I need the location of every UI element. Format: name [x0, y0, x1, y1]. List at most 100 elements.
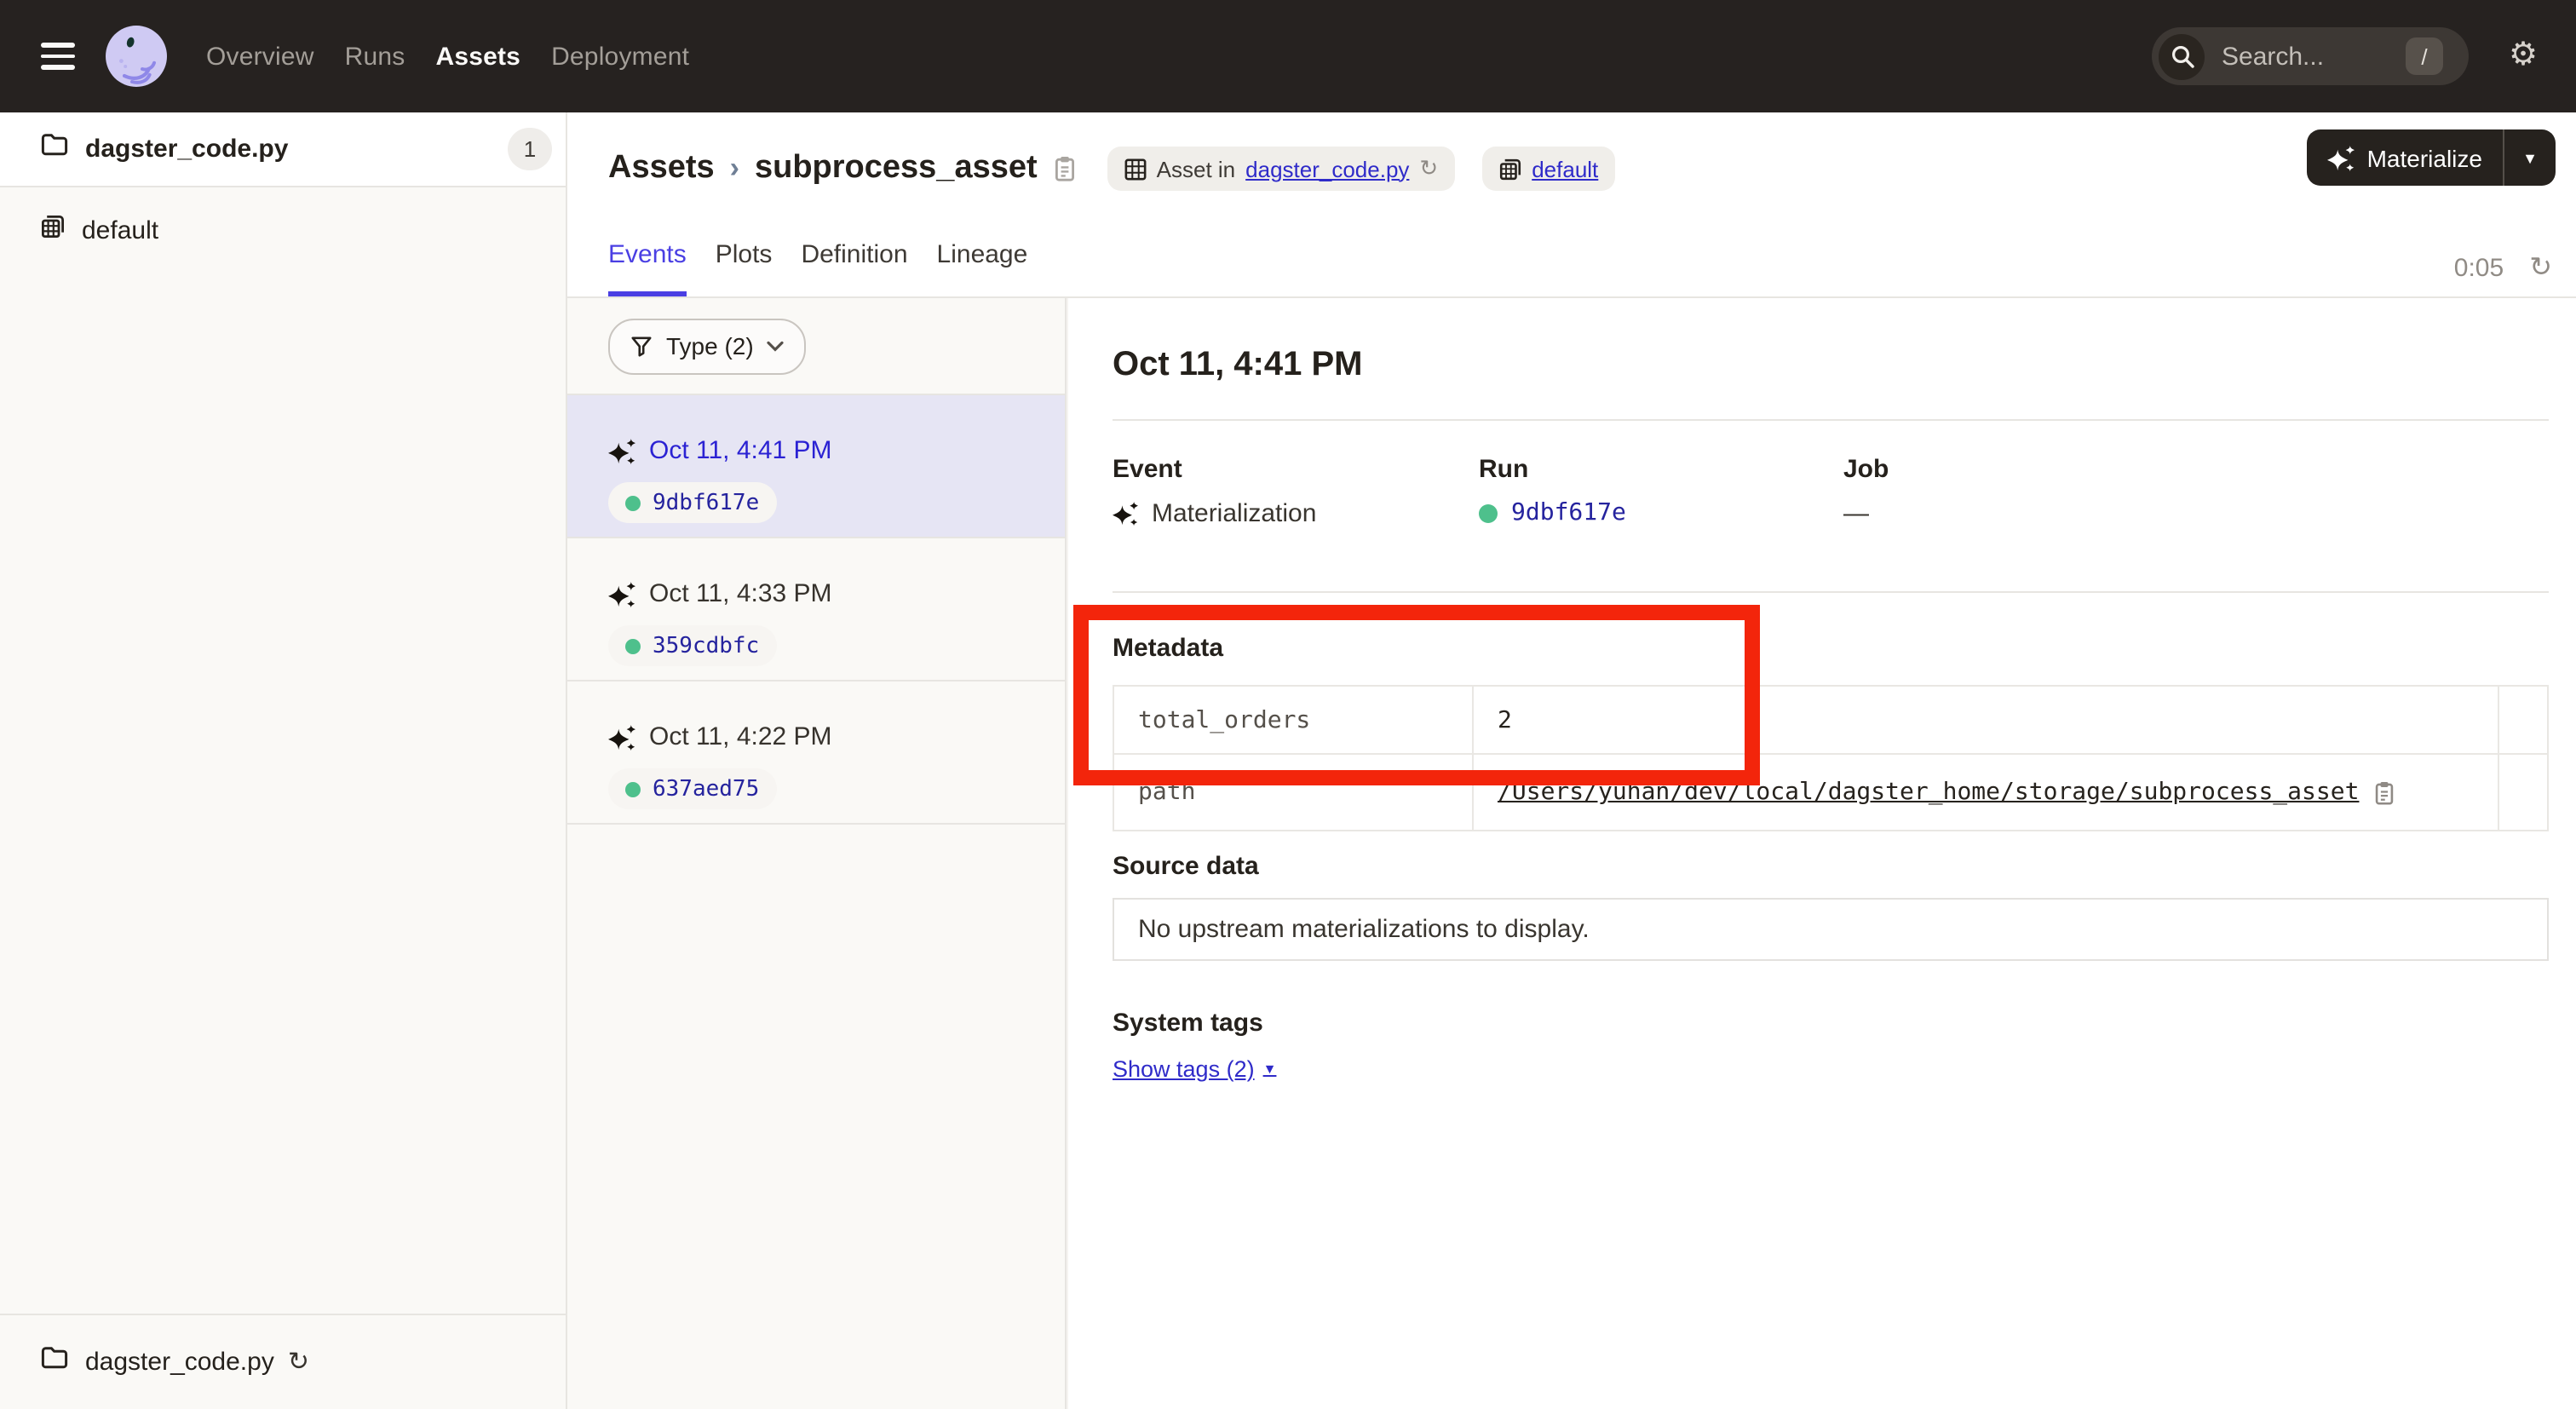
nav-item-runs[interactable]: Runs	[345, 42, 405, 71]
search-input[interactable]	[2218, 40, 2402, 72]
metadata-value: 2	[1473, 686, 2498, 754]
event-timestamp-link[interactable]: Oct 11, 4:22 PM	[649, 722, 832, 751]
timer-value: 0:05	[2454, 254, 2504, 283]
asset-definition-badge[interactable]: Asset in dagster_code.py ↻	[1107, 147, 1456, 191]
materialize-dropdown-caret-icon[interactable]: ▼	[2504, 149, 2556, 166]
metadata-action-cell	[2498, 686, 2548, 754]
folder-icon	[41, 133, 68, 165]
breadcrumb: Assets › subprocess_asset Asset in dagst…	[608, 131, 1615, 206]
path-link[interactable]: /Users/yuhan/dev/local/dagster_home/stor…	[1498, 779, 2359, 806]
refresh-icon[interactable]: ↻	[2529, 255, 2552, 282]
event-label: Event	[1113, 455, 1479, 484]
breadcrumb-assets-link[interactable]: Assets	[608, 150, 715, 187]
source-data-heading: Source data	[1113, 852, 1259, 881]
sidebar-footer-code-location[interactable]: dagster_code.py ↻	[0, 1314, 566, 1409]
reload-icon[interactable]: ↻	[288, 1349, 309, 1375]
primary-nav: Overview Runs Assets Deployment	[206, 0, 689, 112]
event-list-item[interactable]: Oct 11, 4:41 PM 9dbf617e	[567, 395, 1065, 538]
tab-definition[interactable]: Definition	[801, 240, 907, 296]
asset-count-badge: 1	[508, 128, 552, 170]
dagster-logo-icon[interactable]	[104, 24, 169, 89]
materialize-label: Materialize	[2367, 144, 2482, 171]
search-shortcut-key: /	[2406, 37, 2443, 75]
app-window: Overview Runs Assets Deployment / ⚙ dags…	[0, 0, 2576, 1409]
event-detail-panel: Oct 11, 4:41 PM Event Materialization Ru…	[1068, 298, 2576, 1409]
settings-gear-icon[interactable]: ⚙	[2501, 34, 2545, 78]
top-nav: Overview Runs Assets Deployment / ⚙	[0, 0, 2576, 112]
run-id: 9dbf617e	[653, 490, 759, 515]
run-id-pill[interactable]: 9dbf617e	[608, 482, 776, 523]
refresh-timer: 0:05 ↻	[2454, 254, 2552, 283]
folder-icon	[41, 1346, 68, 1378]
metadata-key: path	[1113, 754, 1473, 831]
asset-sidebar: dagster_code.py 1 default dagster_code.p…	[0, 112, 567, 1409]
group-label: default	[82, 216, 158, 244]
materialize-button[interactable]: Materialize	[2308, 144, 2503, 171]
event-list-item[interactable]: Oct 11, 4:33 PM 359cdbfc	[567, 538, 1065, 681]
run-id-pill[interactable]: 359cdbfc	[608, 625, 776, 666]
footer-code-location-label: dagster_code.py	[85, 1348, 274, 1377]
copy-asset-name-icon[interactable]	[1053, 155, 1077, 182]
copy-path-icon[interactable]	[2372, 779, 2395, 805]
materialization-sparkle-icon	[608, 580, 635, 607]
grid-icon	[1124, 158, 1147, 180]
run-id-link[interactable]: 9dbf617e	[1511, 499, 1626, 526]
event-type-value: Materialization	[1152, 499, 1316, 528]
materialization-sparkle-icon	[608, 723, 635, 751]
code-location-link[interactable]: dagster_code.py	[1245, 156, 1409, 181]
event-timestamp-link[interactable]: Oct 11, 4:41 PM	[649, 436, 832, 465]
tab-lineage[interactable]: Lineage	[937, 240, 1028, 296]
search-box[interactable]: /	[2152, 27, 2469, 85]
asset-tabs: Events Plots Definition Lineage	[608, 240, 1027, 296]
run-status-dot	[625, 638, 641, 653]
nav-item-assets[interactable]: Assets	[435, 42, 520, 71]
tab-events[interactable]: Events	[608, 240, 687, 296]
asset-group-icon	[1499, 158, 1521, 180]
run-status-dot	[1479, 503, 1498, 522]
sparkle-icon	[2328, 144, 2355, 171]
show-tags-label: Show tags (2)	[1113, 1056, 1255, 1082]
event-column: Event Materialization	[1113, 455, 1479, 528]
materialization-sparkle-icon	[1113, 501, 1138, 526]
show-tags-toggle[interactable]: Show tags (2) ▼	[1113, 1056, 1276, 1082]
search-icon	[2159, 33, 2205, 79]
caret-down-icon: ▼	[1263, 1061, 1277, 1077]
chevron-down-icon	[768, 340, 785, 352]
source-data-empty-box: No upstream materializations to display.	[1113, 898, 2549, 961]
materialization-sparkle-icon	[608, 437, 635, 464]
events-filter-bar: Type (2)	[567, 298, 1065, 395]
run-status-dot	[625, 495, 641, 510]
metadata-table: total_orders 2 path /Users/yuhan/dev/loc…	[1113, 685, 2549, 831]
asset-in-label: Asset in	[1157, 156, 1236, 181]
reload-icon[interactable]: ↻	[1419, 155, 1438, 182]
event-list-item[interactable]: Oct 11, 4:22 PM 637aed75	[567, 681, 1065, 825]
type-filter-button[interactable]: Type (2)	[608, 318, 807, 374]
event-detail-title: Oct 11, 4:41 PM	[1113, 346, 1363, 385]
table-row: total_orders 2	[1113, 686, 2548, 754]
type-filter-label: Type (2)	[666, 332, 754, 359]
group-default-link[interactable]: default	[1532, 156, 1598, 181]
chevron-right-icon: ›	[730, 152, 739, 186]
metadata-action-cell	[2498, 754, 2548, 831]
metadata-heading: Metadata	[1113, 634, 1223, 663]
asset-header: Assets › subprocess_asset Asset in dagst…	[567, 112, 2576, 298]
sidebar-item-group-default[interactable]: default	[0, 201, 566, 259]
table-row: path /Users/yuhan/dev/local/dagster_home…	[1113, 754, 2548, 831]
sidebar-item-code-location[interactable]: dagster_code.py 1	[0, 112, 566, 187]
nav-item-deployment[interactable]: Deployment	[551, 42, 689, 71]
divider	[1113, 591, 2549, 593]
asset-group-icon	[41, 214, 65, 246]
materialize-split-button: Materialize ▼	[2308, 129, 2556, 186]
run-status-dot	[625, 781, 641, 797]
nav-item-overview[interactable]: Overview	[206, 42, 314, 71]
hamburger-menu-icon[interactable]	[41, 43, 75, 70]
run-id-pill[interactable]: 637aed75	[608, 768, 776, 809]
job-label: Job	[1843, 455, 2549, 484]
event-timestamp-link[interactable]: Oct 11, 4:33 PM	[649, 579, 832, 608]
run-id: 359cdbfc	[653, 633, 759, 658]
tab-plots[interactable]: Plots	[716, 240, 773, 296]
event-summary-columns: Event Materialization Run 9dbf617e Job —	[1113, 455, 2549, 528]
run-column: Run 9dbf617e	[1479, 455, 1843, 528]
group-badge[interactable]: default	[1482, 147, 1615, 191]
job-column: Job —	[1843, 455, 2549, 528]
